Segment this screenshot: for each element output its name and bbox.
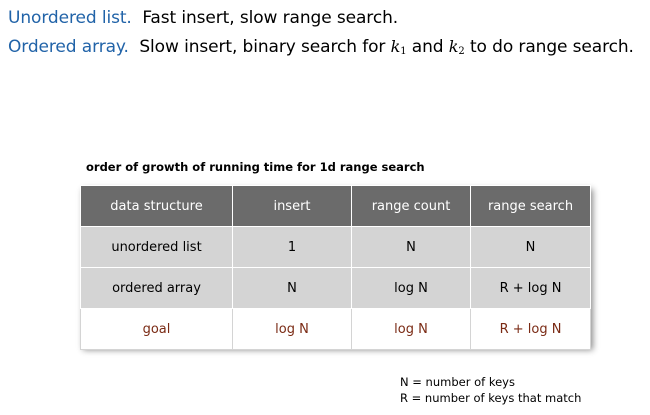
header-insert: insert — [232, 185, 352, 227]
k2-base: k — [448, 37, 459, 56]
growth-table: data structure insert range count range … — [80, 185, 591, 350]
cell-structure: goal — [80, 308, 233, 350]
table-row: unordered list 1 N N — [80, 226, 591, 268]
cell-insert: 1 — [232, 226, 352, 268]
cell-range-search: R + log N — [470, 267, 591, 309]
header-range-count: range count — [351, 185, 471, 227]
cell-range-search: N — [470, 226, 591, 268]
cell-insert: N — [232, 267, 352, 309]
k2-subscript: 2 — [458, 46, 465, 57]
legend-r: R = number of keys that match — [400, 391, 582, 405]
cell-insert: log N — [232, 308, 352, 350]
intro-line-unordered-list: Unordered list. Fast insert, slow range … — [8, 8, 398, 28]
and-word: and — [411, 37, 444, 57]
term-unordered-list: Unordered list. — [8, 8, 132, 28]
intro-line-ordered-array: Ordered array. Slow insert, binary searc… — [8, 37, 634, 57]
header-data-structure: data structure — [80, 185, 233, 227]
table-header-row: data structure insert range count range … — [80, 185, 591, 227]
table-caption: order of growth of running time for 1d r… — [86, 160, 425, 174]
cell-range-search: R + log N — [470, 308, 591, 350]
cell-structure: ordered array — [80, 267, 233, 309]
table-row-goal: goal log N log N R + log N — [80, 308, 591, 350]
ordered-array-description-end: to do range search. — [469, 37, 634, 57]
cell-structure: unordered list — [80, 226, 233, 268]
k1-variable: k1 — [390, 37, 407, 57]
k1-base: k — [390, 37, 401, 56]
growth-table-container: data structure insert range count range … — [80, 185, 591, 350]
table-row: ordered array N log N R + log N — [80, 267, 591, 309]
cell-range-count: log N — [351, 267, 471, 309]
header-range-search: range search — [470, 185, 591, 227]
ordered-array-description: Slow insert, binary search for — [139, 37, 386, 57]
k2-variable: k2 — [448, 37, 465, 57]
cell-range-count: log N — [351, 308, 471, 350]
legend-n: N = number of keys — [400, 375, 515, 389]
unordered-list-description: Fast insert, slow range search. — [142, 8, 399, 28]
k1-subscript: 1 — [400, 46, 407, 57]
cell-range-count: N — [351, 226, 471, 268]
term-ordered-array: Ordered array. — [8, 37, 129, 57]
